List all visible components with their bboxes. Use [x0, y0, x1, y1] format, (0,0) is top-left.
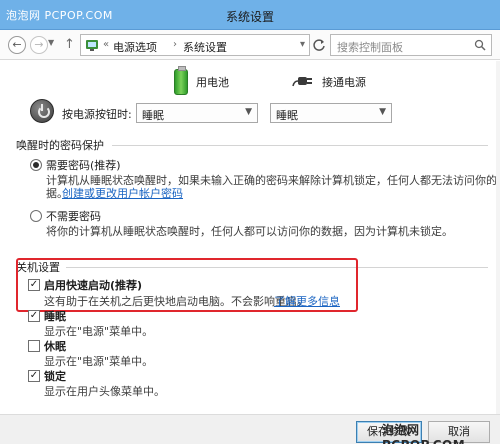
power-button-plugged-value: 睡眠 [276, 109, 298, 122]
address-prefix: « [103, 39, 110, 50]
section-divider [112, 145, 488, 146]
password-section-title: 唤醒时的密码保护 [16, 139, 104, 152]
forward-button[interactable]: → [30, 36, 48, 54]
sleep-checkbox[interactable]: ✓ [28, 310, 40, 322]
search-placeholder: 搜索控制面板 [337, 41, 403, 54]
no-password-desc: 将你的计算机从睡眠状态唤醒时，任何人都可以访问你的数据，因为计算机未锁定。 [46, 225, 453, 238]
fast-startup-checkbox[interactable]: ✓ [28, 279, 40, 291]
power-button-battery-value: 睡眠 [142, 109, 164, 122]
no-password-label[interactable]: 不需要密码 [46, 208, 101, 224]
recent-locations-icon[interactable]: ▼ [48, 38, 54, 47]
column-battery: 用电池 [196, 76, 229, 89]
sleep-label[interactable]: 睡眠 [44, 308, 66, 324]
change-password-link[interactable]: 创建或更改用户帐户密码 [62, 185, 183, 201]
require-password-radio[interactable] [30, 159, 42, 171]
address-bar[interactable]: « 电源选项 › 系统设置 ▾ [80, 34, 310, 56]
settings-content: 用电池 接通电源 按电源按钮时: 睡眠 ▼ 睡眠 ▼ 唤醒时的密码保护 需要密码… [0, 61, 500, 444]
power-button-label: 按电源按钮时: [62, 108, 132, 121]
chevron-down-icon: ▼ [245, 107, 252, 117]
refresh-icon[interactable] [312, 38, 326, 52]
search-icon[interactable] [474, 39, 486, 51]
column-plugged-in: 接通电源 [322, 76, 366, 89]
no-password-radio[interactable] [30, 210, 42, 222]
lock-label[interactable]: 锁定 [44, 368, 66, 384]
fast-startup-label[interactable]: 启用快速启动(推荐) [44, 277, 142, 293]
power-button-battery-select[interactable]: 睡眠 ▼ [136, 103, 258, 123]
chevron-down-icon: ▼ [379, 107, 386, 117]
search-input[interactable]: 搜索控制面板 [330, 34, 492, 56]
learn-more-link[interactable]: 了解更多信息 [274, 293, 340, 309]
address-dropdown-icon[interactable]: ▾ [300, 39, 305, 50]
power-button-plugged-select[interactable]: 睡眠 ▼ [270, 103, 392, 123]
up-button[interactable]: ↑ [64, 37, 75, 52]
power-plug-icon [292, 77, 312, 87]
back-button[interactable]: ← [8, 36, 26, 54]
breadcrumb-separator: › [173, 39, 177, 50]
title-bar: 泡泡网 PCPOP.COM 系统设置 [0, 0, 500, 30]
breadcrumb-power-options[interactable]: 电源选项 [113, 39, 157, 55]
require-password-label[interactable]: 需要密码(推荐) [46, 157, 121, 173]
hibernate-checkbox[interactable] [28, 340, 40, 352]
navigation-bar: ← → ▼ ↑ « 电源选项 › 系统设置 ▾ 搜索控制面板 [0, 30, 500, 60]
sleep-desc: 显示在"电源"菜单中。 [44, 325, 154, 338]
breadcrumb-system-settings[interactable]: 系统设置 [183, 39, 227, 55]
lock-checkbox[interactable]: ✓ [28, 370, 40, 382]
control-panel-icon [86, 40, 98, 51]
battery-icon [174, 66, 188, 95]
hibernate-desc: 显示在"电源"菜单中。 [44, 355, 154, 368]
watermark-bottom: 泡泡网 PCPOP.COM [382, 423, 465, 444]
power-button-icon [30, 99, 54, 123]
lock-desc: 显示在用户头像菜单中。 [44, 385, 165, 398]
fast-startup-desc: 这有助于在关机之后更快地启动电脑。不会影响重启。 [44, 295, 308, 308]
scrollbar[interactable] [496, 61, 500, 414]
hibernate-label[interactable]: 休眠 [44, 338, 66, 354]
window-title: 系统设置 [225, 10, 274, 24]
